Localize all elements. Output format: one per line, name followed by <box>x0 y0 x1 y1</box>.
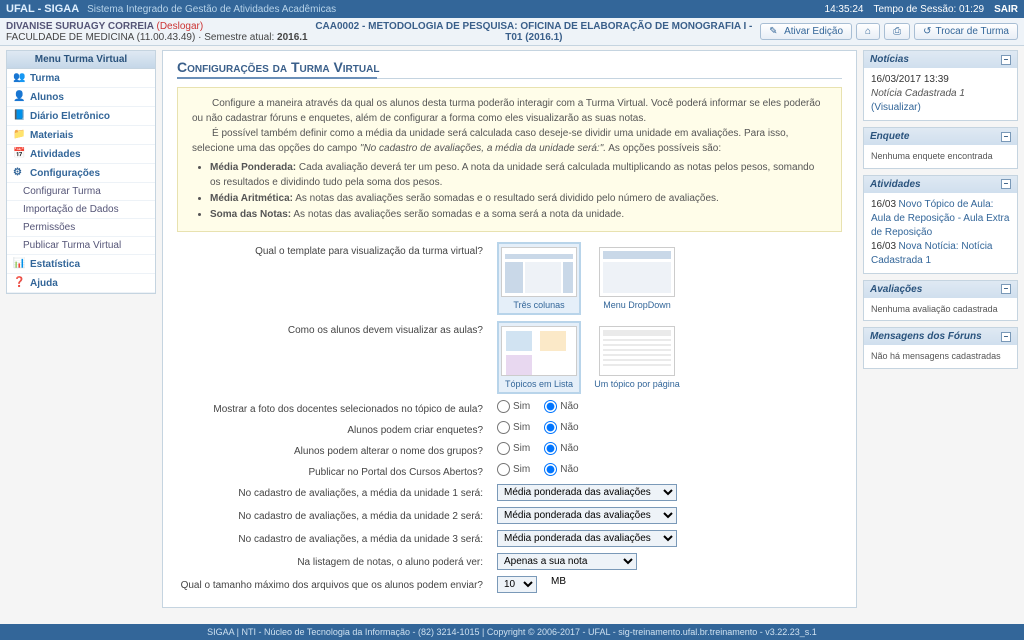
switch-icon: ↺ <box>923 26 931 37</box>
home-button[interactable]: ⌂ <box>856 23 880 40</box>
activate-edit-button[interactable]: ✎Ativar Edição <box>760 23 852 40</box>
menu-stats[interactable]: 📊Estatística <box>7 255 155 274</box>
label-u2: No cadastro de avaliações, a média da un… <box>177 507 497 522</box>
select-u3[interactable]: Média ponderada das avaliações <box>497 530 677 547</box>
menu-diario[interactable]: 📘Diário Eletrônico <box>7 107 155 126</box>
news-view-link[interactable]: (Visualizar) <box>871 102 921 113</box>
radio-group-yes[interactable]: Sim <box>497 442 530 455</box>
footer: SIGAA | NTI - Núcleo de Tecnologia da In… <box>0 624 1024 640</box>
collapse-icon[interactable]: – <box>1001 332 1011 342</box>
app-subtitle: Sistema Integrado de Gestão de Atividade… <box>87 4 336 15</box>
label-u1: No cadastro de avaliações, a média da un… <box>177 484 497 499</box>
gear-icon: ⚙ <box>13 167 25 179</box>
thumb-list <box>501 326 577 376</box>
view-topic-page[interactable]: Um tópico por página <box>595 321 679 394</box>
person-icon: 👤 <box>13 91 25 103</box>
label-notas: Na listagem de notas, o aluno poderá ver… <box>177 553 497 568</box>
print-icon: ⎙ <box>893 26 901 37</box>
radio-poll-no[interactable]: Não <box>544 421 578 434</box>
collapse-icon[interactable]: – <box>1001 55 1011 65</box>
radio-photo-yes[interactable]: Sim <box>497 400 530 413</box>
label-template: Qual o template para visualização da tur… <box>177 242 497 257</box>
side-menu-title: Menu Turma Virtual <box>7 51 155 69</box>
menu-config-turma[interactable]: Configurar Turma <box>7 183 155 201</box>
radio-portal-yes[interactable]: Sim <box>497 463 530 476</box>
calendar-icon: 📅 <box>13 148 25 160</box>
template-dropdown[interactable]: Menu DropDown <box>595 242 679 315</box>
session-timer: Tempo de Sessão: 01:29 <box>873 4 984 15</box>
view-topics-list[interactable]: Tópicos em Lista <box>497 321 581 394</box>
chart-icon: 📊 <box>13 258 25 270</box>
panel-noticias: Notícias– 16/03/2017 13:39Notícia Cadast… <box>863 50 1018 121</box>
mb-label: MB <box>551 576 566 587</box>
label-portal: Publicar no Portal dos Cursos Abertos? <box>177 463 497 478</box>
menu-turma[interactable]: 👥Turma <box>7 69 155 88</box>
thumb-page <box>599 326 675 376</box>
user-info: DIVANISE SURUAGY CORREIA (Deslogar) FACU… <box>6 21 308 43</box>
label-size: Qual o tamanho máximo dos arquivos que o… <box>177 576 497 591</box>
pencil-icon: ✎ <box>769 26 780 37</box>
user-name: DIVANISE SURUAGY CORREIA <box>6 21 154 32</box>
collapse-icon[interactable]: – <box>1001 179 1011 189</box>
menu-publish[interactable]: Publicar Turma Virtual <box>7 237 155 255</box>
app-name: UFAL - SIGAA <box>6 3 79 15</box>
userbar: DIVANISE SURUAGY CORREIA (Deslogar) FACU… <box>0 18 1024 46</box>
radio-photo-no[interactable]: Não <box>544 400 578 413</box>
exit-link[interactable]: SAIR <box>994 4 1018 15</box>
radio-group-no[interactable]: Não <box>544 442 578 455</box>
collapse-icon[interactable]: – <box>1001 284 1011 294</box>
select-u2[interactable]: Média ponderada das avaliações <box>497 507 677 524</box>
panel-atividades: Atividades– 16/03 Novo Tópico de Aula: A… <box>863 175 1018 274</box>
menu-alunos[interactable]: 👤Alunos <box>7 88 155 107</box>
radio-poll-yes[interactable]: Sim <box>497 421 530 434</box>
panel-avaliacoes: Avaliações– Nenhuma avaliação cadastrada <box>863 280 1018 322</box>
thumb-dropdown <box>599 247 675 297</box>
label-u3: No cadastro de avaliações, a média da un… <box>177 530 497 545</box>
logout-link[interactable]: (Deslogar) <box>157 21 204 32</box>
info-box: Configure a maneira através da qual os a… <box>177 87 842 232</box>
collapse-icon[interactable]: – <box>1001 132 1011 142</box>
people-icon: 👥 <box>13 72 25 84</box>
select-u1[interactable]: Média ponderada das avaliações <box>497 484 677 501</box>
label-view: Como os alunos devem visualizar as aulas… <box>177 321 497 336</box>
course-title: CAA0002 - METODOLOGIA DE PESQUISA: OFICI… <box>308 21 760 43</box>
side-menu: Menu Turma Virtual 👥Turma 👤Alunos 📘Diári… <box>6 50 156 294</box>
page-title: Configurações da Turma Virtual <box>177 59 842 79</box>
help-icon: ❓ <box>13 277 25 289</box>
menu-config[interactable]: ⚙Configurações <box>7 164 155 183</box>
clock: 14:35:24 <box>825 4 864 15</box>
thumb-3col <box>501 247 577 297</box>
select-notas[interactable]: Apenas a sua nota <box>497 553 637 570</box>
menu-atividades[interactable]: 📅Atividades <box>7 145 155 164</box>
menu-help[interactable]: ❓Ajuda <box>7 274 155 293</box>
book-icon: 📘 <box>13 110 25 122</box>
label-photo: Mostrar a foto dos docentes selecionados… <box>177 400 497 415</box>
menu-import[interactable]: Importação de Dados <box>7 201 155 219</box>
switch-class-button[interactable]: ↺Trocar de Turma <box>914 23 1018 40</box>
print-button[interactable]: ⎙ <box>884 23 910 40</box>
panel-foruns: Mensagens dos Fóruns– Não há mensagens c… <box>863 327 1018 369</box>
template-three-columns[interactable]: Três colunas <box>497 242 581 315</box>
main-content: Configurações da Turma Virtual Configure… <box>162 50 857 608</box>
topbar: UFAL - SIGAA Sistema Integrado de Gestão… <box>0 0 1024 18</box>
user-faculty: FACULDADE DE MEDICINA (11.00.43.49) · Se… <box>6 32 277 43</box>
menu-materiais[interactable]: 📁Materiais <box>7 126 155 145</box>
select-size[interactable]: 10 <box>497 576 537 593</box>
radio-portal-no[interactable]: Não <box>544 463 578 476</box>
label-group: Alunos podem alterar o nome dos grupos? <box>177 442 497 457</box>
semester: 2016.1 <box>277 32 308 43</box>
home-icon: ⌂ <box>865 26 871 37</box>
panel-enquete: Enquete– Nenhuma enquete encontrada <box>863 127 1018 169</box>
menu-perm[interactable]: Permissões <box>7 219 155 237</box>
folder-icon: 📁 <box>13 129 25 141</box>
label-poll: Alunos podem criar enquetes? <box>177 421 497 436</box>
